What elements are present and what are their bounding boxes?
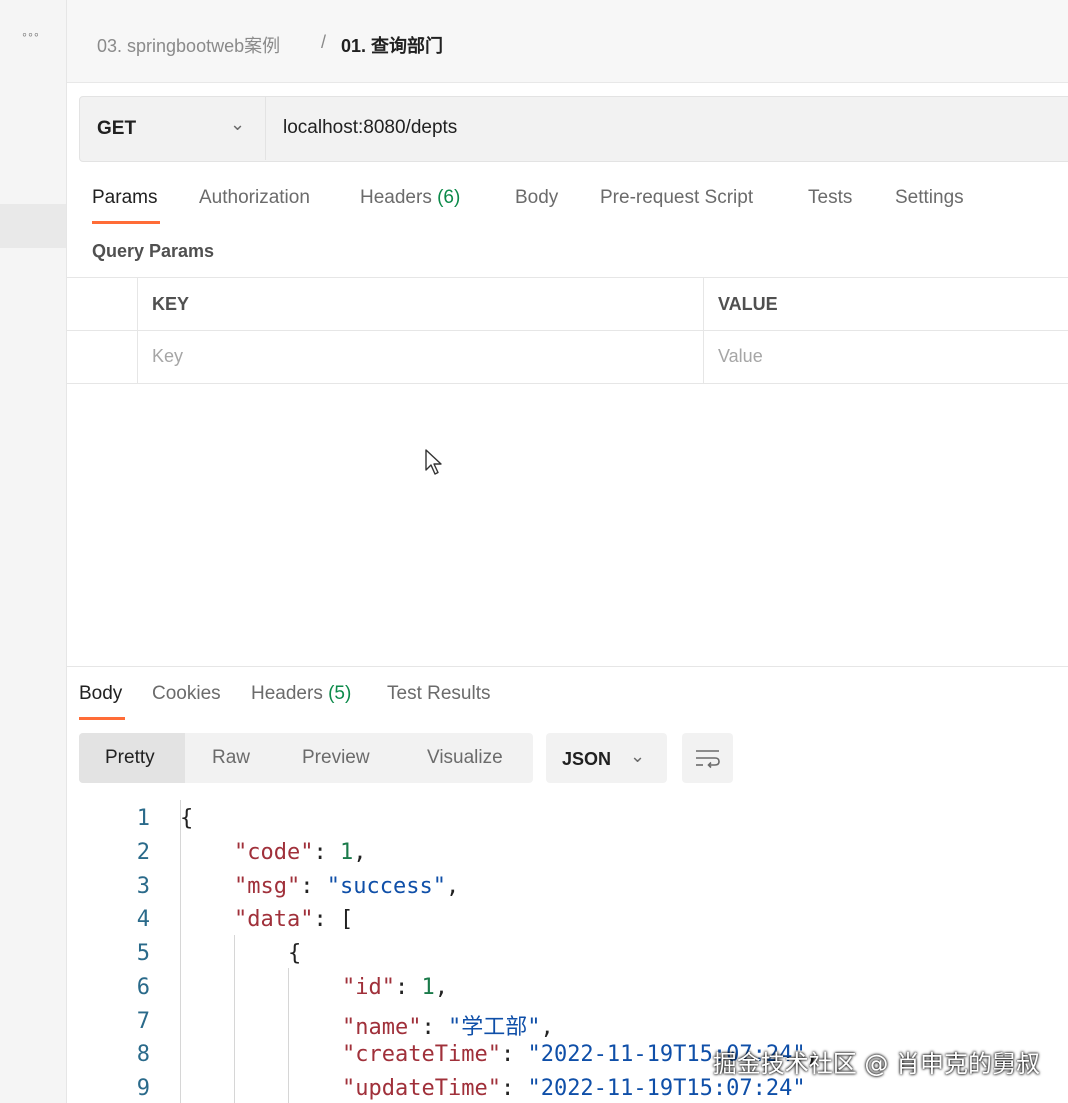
json-key: "data" — [234, 907, 314, 932]
indent-guide — [234, 935, 235, 1103]
view-mode-preview[interactable]: Preview — [302, 747, 370, 769]
json-number: 1 — [339, 840, 354, 865]
json-brace: { — [288, 941, 302, 966]
json-colon: : — [300, 874, 327, 899]
param-value-input[interactable]: Value — [718, 346, 763, 367]
response-divider[interactable] — [66, 666, 1068, 667]
line-number: 2 — [136, 840, 150, 865]
line-number: 1 — [136, 806, 150, 831]
response-tab-cookies[interactable]: Cookies — [152, 683, 221, 705]
json-key: "id" — [342, 975, 395, 1000]
json-colon: : — [394, 975, 422, 1000]
table-column-divider — [137, 277, 138, 384]
code-line: "msg": "success", — [234, 874, 459, 899]
tab-tests[interactable]: Tests — [808, 187, 852, 209]
rail-selected-item[interactable] — [0, 204, 66, 248]
wrap-lines-icon — [696, 750, 720, 769]
more-dots-icon[interactable]: ◦◦◦ — [22, 26, 40, 42]
tab-settings[interactable]: Settings — [895, 187, 964, 209]
response-tab-test-results[interactable]: Test Results — [387, 683, 490, 705]
json-colon: : — [421, 1015, 448, 1040]
json-colon: : — [313, 840, 340, 865]
code-line: "code": 1, — [234, 840, 366, 865]
response-tab-body[interactable]: Body — [79, 683, 122, 705]
json-key: "createTime" — [342, 1042, 501, 1067]
tab-headers[interactable]: Headers (6) — [360, 187, 460, 209]
json-key: "updateTime" — [342, 1076, 501, 1101]
code-line: "name": "学工部", — [342, 1009, 554, 1041]
query-params-heading: Query Params — [92, 241, 215, 261]
json-comma: , — [353, 840, 367, 865]
breadcrumb-request-name[interactable]: 01. 查询部门 — [341, 32, 443, 58]
tab-body[interactable]: Body — [515, 187, 558, 209]
json-comma: , — [434, 975, 448, 1000]
code-line: { — [180, 806, 193, 831]
json-brace: { — [180, 806, 194, 831]
table-border — [66, 330, 1068, 331]
param-key-input[interactable]: Key — [152, 346, 183, 367]
json-string: "success" — [326, 874, 446, 899]
json-string: "学工部" — [447, 1015, 541, 1040]
view-mode-visualize[interactable]: Visualize — [427, 747, 503, 769]
response-tab-headers[interactable]: Headers (5) — [251, 683, 351, 705]
tab-pre-request-script[interactable]: Pre-request Script — [600, 187, 753, 209]
line-number: 9 — [136, 1076, 150, 1101]
code-line: "id": 1, — [342, 975, 448, 1000]
json-comma: , — [540, 1015, 554, 1040]
breadcrumb-separator: / — [321, 32, 327, 52]
line-number: 7 — [136, 1009, 150, 1034]
chevron-down-icon[interactable]: ⌄ — [230, 114, 245, 135]
json-key: "name" — [342, 1015, 422, 1040]
line-number: 8 — [136, 1042, 150, 1067]
view-mode-pretty[interactable]: Pretty — [105, 747, 155, 769]
url-input[interactable]: localhost:8080/depts — [283, 117, 457, 139]
json-comma: , — [445, 874, 460, 899]
table-border — [66, 383, 1068, 384]
json-number: 1 — [421, 975, 435, 1000]
line-number: 4 — [136, 907, 150, 932]
response-tab-headers-count: (5) — [328, 683, 352, 704]
code-line: "data": [ — [234, 907, 353, 932]
tab-params[interactable]: Params — [92, 187, 157, 209]
json-punct: : [ — [313, 907, 354, 932]
format-select-value: JSON — [562, 749, 612, 769]
code-line: "updateTime": "2022-11-19T15:07:24" — [342, 1076, 806, 1101]
response-tab-headers-label: Headers — [251, 683, 323, 704]
line-number: 6 — [136, 975, 150, 1000]
line-number: 3 — [136, 874, 150, 899]
table-column-divider — [703, 277, 704, 384]
indent-guide — [180, 800, 181, 1103]
tab-headers-count: (6) — [437, 187, 461, 208]
method-label: GET — [97, 118, 137, 139]
json-key: "msg" — [234, 874, 301, 899]
indent-guide — [288, 968, 289, 1103]
left-rail — [0, 0, 67, 1103]
json-key: "code" — [234, 840, 314, 865]
watermark: 掘金技术社区 @ 肖申克的舅叔 — [712, 1050, 1040, 1078]
column-header-value: VALUE — [718, 294, 778, 314]
active-tab-indicator — [92, 221, 160, 224]
column-header-key: KEY — [152, 294, 190, 314]
code-line: { — [288, 941, 301, 966]
table-border — [66, 277, 1068, 278]
breadcrumb-collection[interactable]: 03. springbootweb案例 — [97, 32, 280, 58]
line-number: 5 — [136, 941, 150, 966]
wrap-lines-button[interactable] — [682, 733, 733, 783]
tab-authorization[interactable]: Authorization — [199, 187, 310, 209]
chevron-down-icon[interactable]: ⌄ — [630, 746, 645, 767]
tab-headers-label: Headers — [360, 187, 432, 208]
json-colon: : — [500, 1042, 528, 1067]
active-tab-indicator — [79, 717, 125, 720]
json-string: "2022-11-19T15:07:24" — [527, 1076, 806, 1101]
mouse-cursor-icon — [425, 449, 442, 475]
view-mode-raw[interactable]: Raw — [212, 747, 250, 769]
json-colon: : — [500, 1076, 528, 1101]
